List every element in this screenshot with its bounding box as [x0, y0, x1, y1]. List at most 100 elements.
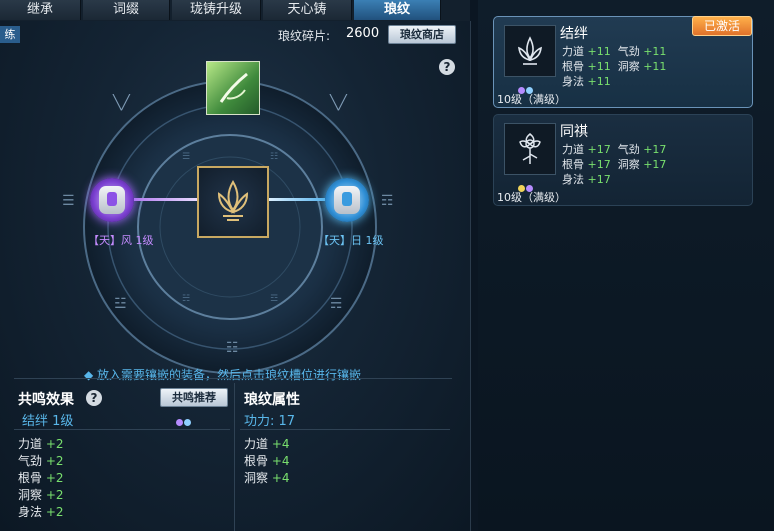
attr-value: +2 — [45, 437, 64, 451]
props-divider — [240, 429, 450, 430]
beam-right — [265, 198, 325, 201]
attr-name: 力道 — [562, 45, 584, 58]
attr-value: +17 — [643, 158, 667, 171]
attr-name: 身法 — [562, 173, 584, 186]
attr-value: +2 — [45, 471, 64, 485]
fragments-label: 琅纹碎片: — [278, 29, 331, 43]
resonance-recommend-button[interactable]: 共鸣推荐 — [160, 388, 228, 407]
attr-name: 洞察 — [18, 488, 43, 502]
svg-text:☵: ☵ — [182, 294, 190, 304]
attr-name: 气劲 — [617, 45, 640, 58]
attr-name: 身法 — [18, 505, 43, 519]
beam-left — [134, 198, 198, 201]
attr-name: 根骨 — [18, 471, 43, 485]
resonance-help-icon[interactable]: ? — [86, 390, 102, 406]
center-resonance-slot[interactable] — [197, 166, 269, 238]
attr-name: 根骨 — [562, 158, 584, 171]
card-attr-row: 根骨 +11 洞察 +11 — [562, 59, 666, 74]
tab-heart-forge[interactable]: 天心铸 — [263, 0, 352, 20]
props-attr: 洞察 +4 — [244, 469, 290, 486]
help-icon[interactable]: ? — [439, 59, 455, 75]
feather-icon — [219, 72, 248, 103]
tab-langwen[interactable]: 琅纹 — [354, 0, 441, 20]
lotus-icon — [217, 180, 249, 221]
attr-name: 气劲 — [617, 143, 640, 156]
resonance-attr: 力道 +2 — [18, 435, 64, 452]
svg-text:☲: ☲ — [270, 294, 278, 304]
attr-name: 身法 — [562, 75, 584, 88]
wind-rune-mark — [107, 192, 117, 206]
slot-wind-label: 【天】风 1级 — [88, 234, 154, 247]
tab-inherit[interactable]: 继承 — [0, 0, 81, 20]
attr-value: +11 — [643, 45, 667, 58]
attr-name: 洞察 — [244, 471, 269, 485]
attr-value: +4 — [271, 471, 290, 485]
attr-value: +11 — [587, 75, 611, 88]
tab-forge-upgrade[interactable]: 珑铸升级 — [172, 0, 261, 20]
attr-value: +2 — [45, 454, 64, 468]
trigram-br-icon: ☴ — [330, 296, 343, 312]
card-name: 结绊 — [560, 26, 588, 42]
attr-value: +17 — [587, 143, 611, 156]
trigram-bottom-icon: ☷ — [226, 340, 239, 356]
resonance-divider — [14, 429, 230, 430]
attr-name: 力道 — [244, 437, 269, 451]
card-attr-row: 根骨 +17 洞察 +17 — [562, 157, 666, 172]
attr-value: +4 — [271, 437, 290, 451]
attr-name: 根骨 — [562, 60, 584, 73]
inlay-hint: ◆ 放入需要镶嵌的装备，然后点击琅纹槽位进行镶嵌 — [84, 368, 362, 382]
card-name: 同祺 — [560, 124, 588, 140]
attr-name: 力道 — [562, 143, 584, 156]
lotus-icon — [518, 36, 542, 65]
card-attr-row: 力道 +11 气劲 +11 — [562, 44, 666, 59]
slot-sun[interactable] — [325, 178, 369, 222]
resonance-current: 结绊 1级 — [22, 414, 74, 429]
activated-badge: 已激活 — [692, 16, 752, 36]
attr-value: +2 — [45, 505, 64, 519]
card-icon-frame — [504, 25, 556, 77]
attr-value: +17 — [587, 158, 611, 171]
props-attr: 根骨 +4 — [244, 452, 290, 469]
langwen-panel: 练 琅纹碎片: 2600 琅纹商店 ? ☰ ☷ ☵ ☲ ╲╱ ╲╱ ☰ ☶ ☳ … — [0, 21, 471, 531]
top-langwen-slot[interactable] — [206, 61, 260, 115]
slot-wind[interactable] — [90, 178, 134, 222]
column-separator — [234, 383, 235, 531]
resonance-card-tongqi[interactable]: 同祺 力道 +17 气劲 +17 根骨 +17 洞察 +17 身法 +17 10… — [493, 114, 753, 206]
trigram-bl-icon: ☳ — [114, 296, 127, 312]
card-attr-row: 身法 +11 — [562, 74, 666, 89]
card-attr-row: 身法 +17 — [562, 172, 666, 187]
trigram-left-icon: ☰ — [62, 193, 75, 209]
decor-mark-tr: ╲╱ — [330, 95, 347, 111]
attr-value: +11 — [587, 60, 611, 73]
sun-rune-icon — [334, 186, 360, 214]
tab-affix[interactable]: 词缀 — [83, 0, 170, 20]
langwen-shop-button[interactable]: 琅纹商店 — [388, 25, 456, 44]
divider — [14, 378, 452, 379]
resonance-title: 共鸣效果 — [18, 392, 74, 408]
decor-mark-tl: ╲╱ — [113, 95, 130, 111]
card-level: 10级（满级） — [497, 191, 566, 204]
attr-value: +2 — [45, 488, 64, 502]
attr-name: 气劲 — [18, 454, 43, 468]
resonance-attr: 根骨 +2 — [18, 469, 64, 486]
side-tag[interactable]: 练 — [0, 26, 20, 43]
card-attrs: 力道 +17 气劲 +17 根骨 +17 洞察 +17 身法 +17 — [562, 142, 666, 187]
dot-purple — [176, 419, 183, 426]
svg-text:☷: ☷ — [270, 152, 278, 162]
attr-name: 力道 — [18, 437, 43, 451]
props-attr: 力道 +4 — [244, 435, 290, 452]
dot-blue — [184, 419, 191, 426]
attr-value: +11 — [643, 60, 667, 73]
props-title: 琅纹属性 — [244, 392, 300, 408]
attr-name: 根骨 — [244, 454, 269, 468]
wind-rune-icon — [99, 186, 125, 214]
attr-value: +17 — [643, 143, 667, 156]
flower-icon — [519, 133, 541, 164]
resonance-attr: 身法 +2 — [18, 503, 64, 520]
fragments-value: 2600 — [346, 26, 380, 41]
card-attrs: 力道 +11 气劲 +11 根骨 +11 洞察 +11 身法 +11 — [562, 44, 666, 89]
svg-text:☰: ☰ — [182, 152, 190, 162]
resonance-list-panel: 结绊 力道 +11 气劲 +11 根骨 +11 洞察 +11 身法 +11 10… — [478, 0, 774, 531]
attr-value: +17 — [587, 173, 611, 186]
attr-value: +11 — [587, 45, 611, 58]
